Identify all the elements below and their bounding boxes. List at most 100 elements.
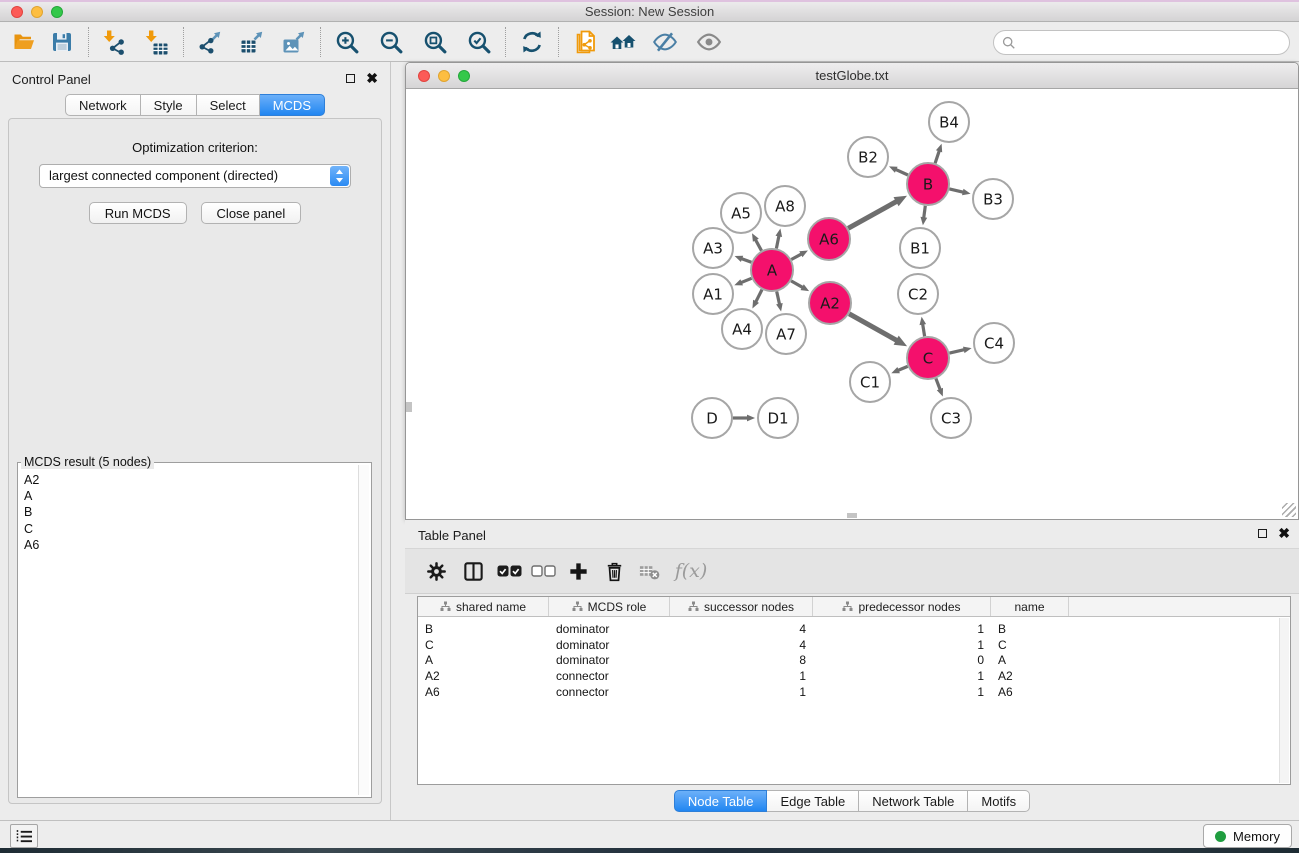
graph-node-B3[interactable]: B3 xyxy=(973,179,1013,219)
graph-edge-A-A6[interactable] xyxy=(791,254,802,260)
import-table-button[interactable] xyxy=(138,25,176,59)
graph-edge-B-B1[interactable] xyxy=(924,206,926,218)
close-panel-icon[interactable]: ✖ xyxy=(366,73,378,83)
column-header-name[interactable]: name xyxy=(991,597,1069,616)
graph-node-B2[interactable]: B2 xyxy=(848,137,888,177)
tab-select[interactable]: Select xyxy=(197,94,260,116)
graph-edge-A-A7[interactable] xyxy=(777,292,780,305)
zoom-network-window-button[interactable] xyxy=(458,70,470,82)
export-image-button[interactable] xyxy=(275,25,313,59)
graph-node-A5[interactable]: A5 xyxy=(721,193,761,233)
network-window-titlebar[interactable]: testGlobe.txt xyxy=(406,63,1298,89)
table-settings-button[interactable] xyxy=(419,554,453,588)
graph-node-A3[interactable]: A3 xyxy=(693,228,733,268)
graph-node-A1[interactable]: A1 xyxy=(693,274,733,314)
column-header-mcds-role[interactable]: MCDS role xyxy=(549,597,670,616)
graph-node-A6[interactable]: A6 xyxy=(808,218,850,260)
column-header-successor-nodes[interactable]: successor nodes xyxy=(670,597,813,616)
zoom-selected-button[interactable] xyxy=(460,25,498,59)
zoom-fit-button[interactable] xyxy=(416,25,454,59)
zoom-out-button[interactable] xyxy=(372,25,410,59)
task-history-button[interactable] xyxy=(10,824,38,848)
graph-edge-A2-C[interactable] xyxy=(849,314,897,341)
tab-edge-table[interactable]: Edge Table xyxy=(767,790,859,812)
graph-node-C1[interactable]: C1 xyxy=(850,362,890,402)
graph-edge-A-A2[interactable] xyxy=(791,281,803,288)
deselect-all-button[interactable] xyxy=(526,554,560,588)
graph-edge-A-A1[interactable] xyxy=(741,278,752,282)
close-table-panel-icon[interactable]: ✖ xyxy=(1278,528,1290,538)
mcds-result-item[interactable]: C xyxy=(24,521,356,537)
graph-edge-B-B2[interactable] xyxy=(895,169,908,175)
show-graphics-details-button[interactable] xyxy=(690,25,728,59)
tab-node-table[interactable]: Node Table xyxy=(674,790,768,812)
graph-node-A4[interactable]: A4 xyxy=(722,309,762,349)
show-columns-button[interactable] xyxy=(456,554,490,588)
graph-edge-C-C4[interactable] xyxy=(950,350,965,354)
home-view-button[interactable] xyxy=(604,25,642,59)
close-panel-button[interactable]: Close panel xyxy=(201,202,302,224)
table-row[interactable]: A6connector11A6 xyxy=(418,684,1290,700)
graph-node-A7[interactable]: A7 xyxy=(766,314,806,354)
column-header-predecessor-nodes[interactable]: predecessor nodes xyxy=(813,597,991,616)
table-row[interactable]: Adominator80A xyxy=(418,653,1290,669)
mcds-result-item[interactable]: B xyxy=(24,504,356,520)
table-row[interactable]: A2connector11A2 xyxy=(418,668,1290,684)
graph-edge-B-B3[interactable] xyxy=(949,189,963,192)
graph-node-C2[interactable]: C2 xyxy=(898,274,938,314)
graph-node-C[interactable]: C xyxy=(907,337,949,379)
memory-button[interactable]: Memory xyxy=(1203,824,1292,848)
graph-node-D1[interactable]: D1 xyxy=(758,398,798,438)
refresh-button[interactable] xyxy=(513,25,551,59)
graph-node-C3[interactable]: C3 xyxy=(931,398,971,438)
tab-mcds[interactable]: MCDS xyxy=(260,94,325,116)
select-all-button[interactable] xyxy=(492,554,526,588)
graph-edge-A-A4[interactable] xyxy=(756,290,762,303)
mcds-result-scrollbar[interactable] xyxy=(358,465,369,795)
float-table-panel-icon[interactable] xyxy=(1258,529,1267,538)
open-session-button[interactable] xyxy=(5,25,43,59)
graph-node-A2[interactable]: A2 xyxy=(809,282,851,324)
save-session-button[interactable] xyxy=(43,25,81,59)
add-column-button[interactable] xyxy=(561,554,595,588)
search-field[interactable] xyxy=(993,30,1290,55)
graph-node-D[interactable]: D xyxy=(692,398,732,438)
graph-edge-A-A8[interactable] xyxy=(776,235,779,248)
column-header-shared-name[interactable]: shared name xyxy=(418,597,549,616)
search-input[interactable] xyxy=(1016,35,1281,50)
optimization-criterion-select[interactable]: largest connected component (directed) xyxy=(39,164,351,188)
tab-network-table[interactable]: Network Table xyxy=(859,790,968,812)
delete-table-button[interactable] xyxy=(632,554,666,588)
minimize-network-window-button[interactable] xyxy=(438,70,450,82)
graph-edge-C-C2[interactable] xyxy=(923,324,925,337)
window-resize-grip[interactable] xyxy=(1282,503,1296,517)
graph-edge-A-A3[interactable] xyxy=(741,259,751,263)
export-table-button[interactable] xyxy=(233,25,271,59)
mcds-result-item[interactable]: A xyxy=(24,488,356,504)
float-panel-icon[interactable] xyxy=(346,74,355,83)
graph-edge-A-A5[interactable] xyxy=(755,239,761,250)
graph-edge-A6-B[interactable] xyxy=(848,201,897,228)
graph-node-C4[interactable]: C4 xyxy=(974,323,1014,363)
delete-column-button[interactable] xyxy=(597,554,631,588)
zoom-in-button[interactable] xyxy=(328,25,366,59)
graph-node-A8[interactable]: A8 xyxy=(765,186,805,226)
graph-node-B4[interactable]: B4 xyxy=(929,102,969,142)
network-canvas[interactable]: A A1 A2 A3 A4 A5 A6 A7 A8 B B1 B2 B3B4 C C1 C2 C3C4 D D1 xyxy=(406,90,1298,519)
export-network-button[interactable] xyxy=(191,25,229,59)
table-row[interactable]: Cdominator41C xyxy=(418,637,1290,653)
minimize-window-button[interactable] xyxy=(31,6,43,18)
graph-edge-B-B4[interactable] xyxy=(935,150,939,163)
table-scrollbar[interactable] xyxy=(1279,618,1289,783)
graph-node-B1[interactable]: B1 xyxy=(900,228,940,268)
tab-style[interactable]: Style xyxy=(141,94,197,116)
tab-network[interactable]: Network xyxy=(65,94,141,116)
graph-edge-C-C3[interactable] xyxy=(936,379,940,391)
tab-motifs[interactable]: Motifs xyxy=(968,790,1030,812)
close-network-window-button[interactable] xyxy=(418,70,430,82)
graph-node-B[interactable]: B xyxy=(907,163,949,205)
import-network-button[interactable] xyxy=(96,25,134,59)
zoom-window-button[interactable] xyxy=(51,6,63,18)
graph-node-A[interactable]: A xyxy=(751,249,793,291)
mcds-result-item[interactable]: A6 xyxy=(24,537,356,553)
